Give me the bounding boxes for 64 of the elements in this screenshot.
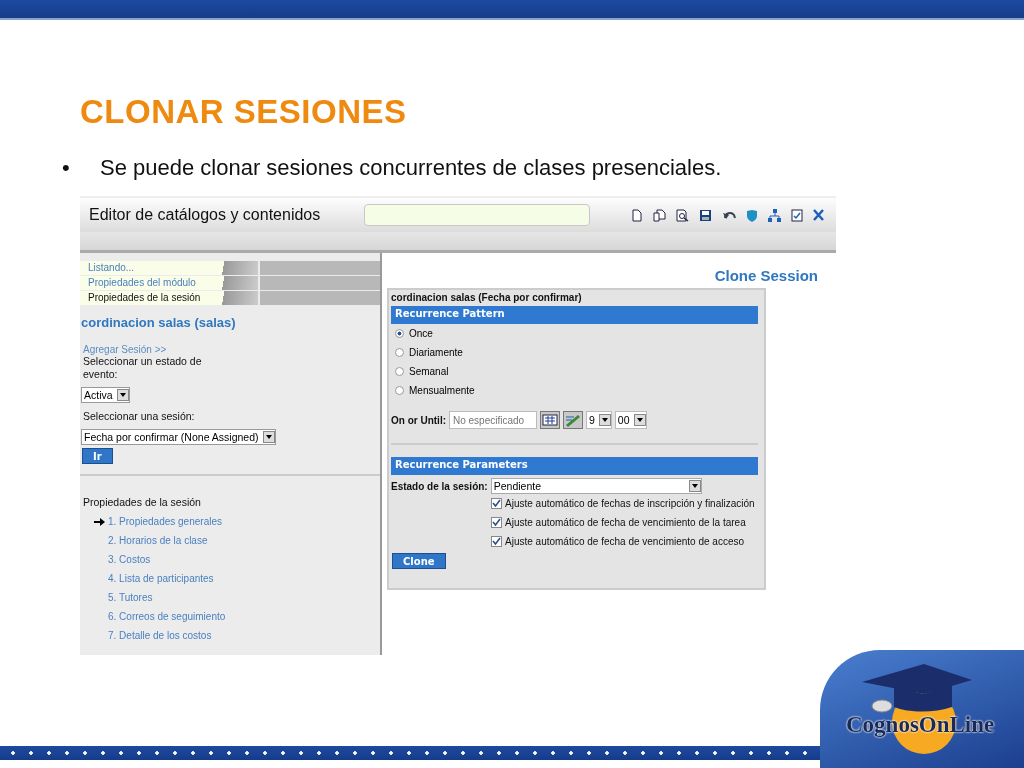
slide-title: CLONAR SESIONES <box>80 92 408 132</box>
clone-button[interactable]: Clone <box>392 553 446 569</box>
caret-icon <box>598 414 611 426</box>
property-link[interactable]: 1. Propiedades generales <box>108 516 222 527</box>
property-link[interactable]: 7. Detalle de los costos <box>108 630 212 641</box>
search-field[interactable] <box>364 204 590 226</box>
checkbox-label: Ajuste automático de fecha de vencimiento de la tarea <box>505 517 746 528</box>
radio-button[interactable] <box>395 386 404 395</box>
checklist-icon[interactable] <box>791 208 803 222</box>
copy-icon[interactable] <box>653 208 666 222</box>
pencil-icon[interactable] <box>563 411 583 429</box>
add-session-link[interactable]: Agregar Sesión >> <box>83 344 380 355</box>
bullet-text: Se puede clonar sesiones concurrentes de clases presenciales. <box>100 154 722 182</box>
property-link[interactable]: 5. Tutores <box>108 592 153 603</box>
radio-button[interactable] <box>395 367 404 376</box>
close-icon[interactable] <box>813 209 824 221</box>
status-label: Estado de la sesión: <box>391 480 488 492</box>
tab[interactable]: Listando... <box>80 261 258 275</box>
properties-title: Propiedades de la sesión <box>83 496 202 509</box>
property-link[interactable]: 6. Correos de seguimiento <box>108 611 226 622</box>
go-button[interactable]: Ir <box>82 448 113 464</box>
hour-dropdown[interactable]: 9 <box>586 411 612 429</box>
preview-icon[interactable] <box>676 208 689 222</box>
checkbox[interactable] <box>491 498 502 509</box>
calendar-icon[interactable] <box>540 411 560 429</box>
save-icon[interactable] <box>699 208 712 222</box>
property-link[interactable]: 4. Lista de participantes <box>108 573 214 584</box>
tab[interactable]: Propiedades del módulo <box>80 276 258 290</box>
form-caption: cordinacion salas (Fecha por confirmar) <box>391 292 583 304</box>
checkbox[interactable] <box>491 536 502 547</box>
checkbox[interactable] <box>491 517 502 528</box>
section-header: Recurrence Pattern <box>391 306 758 324</box>
caret-icon <box>262 431 275 443</box>
caret-icon <box>633 414 646 426</box>
radio-label: Once <box>409 328 433 339</box>
property-link[interactable]: 3. Costos <box>108 554 151 565</box>
radio-label: Diariamente <box>409 347 463 358</box>
section-header: Recurrence Parameters <box>391 457 758 475</box>
checkbox-label: Ajuste automático de fechas de inscripción y finalización <box>505 498 755 509</box>
until-label: On or Until: <box>391 414 446 426</box>
hierarchy-icon[interactable] <box>768 208 781 222</box>
app-title: Editor de catálogos y contenidos <box>89 206 322 224</box>
tab[interactable]: Propiedades de la sesión <box>80 291 258 305</box>
date-field[interactable]: No especificado <box>449 411 537 429</box>
state-label: Seleccionar un estado de evento: <box>83 355 203 381</box>
radio-button[interactable] <box>395 348 404 357</box>
document-icon[interactable] <box>631 208 643 222</box>
status-dropdown[interactable]: Pendiente <box>490 478 702 494</box>
minute-dropdown[interactable]: 00 <box>614 411 647 429</box>
shield-icon[interactable] <box>746 208 758 222</box>
property-link[interactable]: 2. Horarios de la clase <box>108 535 208 546</box>
session-dropdown[interactable]: Fecha por confirmar (None Assigned) <box>81 429 276 445</box>
undo-icon[interactable] <box>722 209 736 221</box>
caret-icon <box>688 480 701 492</box>
radio-label: Mensualmente <box>409 385 475 396</box>
caret-icon <box>116 389 129 401</box>
checkbox-label: Ajuste automático de fecha de vencimiento de acceso <box>505 536 745 547</box>
course-heading: cordinacion salas (salas) <box>81 315 237 330</box>
bullet-mark: • <box>62 154 71 182</box>
state-dropdown[interactable]: Activa <box>81 387 130 403</box>
panel-title: Clone Session <box>714 267 818 284</box>
radio-button[interactable] <box>395 329 404 338</box>
radio-label: Semanal <box>409 366 449 377</box>
session-label: Seleccionar una sesión: <box>83 410 196 423</box>
